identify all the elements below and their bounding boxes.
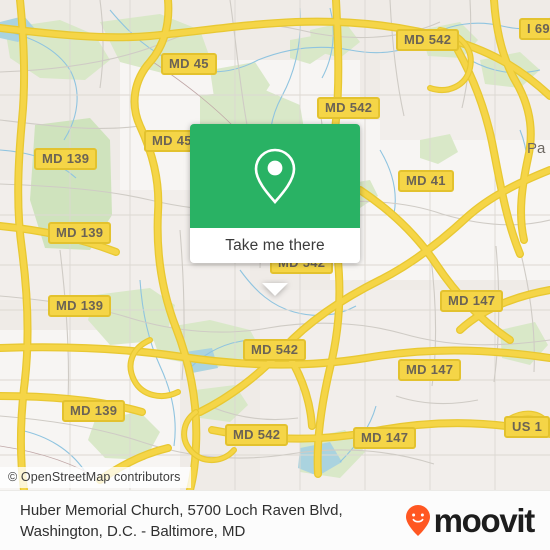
road-shield: MD 45 — [161, 53, 217, 75]
road-shield: MD 147 — [398, 359, 462, 381]
road-shield: MD 41 — [398, 170, 454, 192]
road-shield: MD 139 — [34, 148, 98, 170]
road-shield: I 695 — [519, 18, 550, 40]
road-shield: MD 147 — [353, 427, 417, 449]
caption-line-2: Washington, D.C. - Baltimore, MD — [20, 522, 246, 540]
location-popup-card[interactable]: Take me there — [190, 124, 360, 296]
popup-tail — [262, 283, 288, 296]
road-shield: US 1 — [504, 416, 550, 438]
moovit-wordmark: moovit — [433, 501, 536, 539]
location-caption: Huber Memorial Church, 5700 Loch Raven B… — [20, 500, 343, 542]
road-shield: MD 139 — [48, 222, 112, 244]
osm-attribution: © OpenStreetMap contributors — [0, 467, 191, 488]
moovit-smiley-pin-icon — [405, 504, 430, 536]
road-shield: MD 542 — [243, 339, 307, 361]
road-shield: MD 139 — [48, 295, 112, 317]
take-me-there-button[interactable]: Take me there — [190, 228, 360, 263]
place-label: Pa — [527, 140, 546, 157]
road-shield: MD 139 — [62, 400, 126, 422]
road-shield: MD 147 — [440, 290, 504, 312]
footer-bar: Huber Memorial Church, 5700 Loch Raven B… — [0, 490, 550, 550]
popup-header — [190, 124, 360, 228]
map-pin-icon — [254, 148, 296, 204]
map-page: .land { fill:#efebe7; } .land2 { fill:#f… — [0, 0, 550, 550]
road-shield: MD 542 — [396, 29, 460, 51]
take-me-there-label: Take me there — [225, 236, 325, 254]
road-shield: MD 542 — [225, 424, 289, 446]
caption-line-1: Huber Memorial Church, 5700 Loch Raven B… — [20, 501, 343, 519]
moovit-logo[interactable]: moovit — [405, 501, 536, 540]
road-shield: MD 542 — [317, 97, 381, 119]
